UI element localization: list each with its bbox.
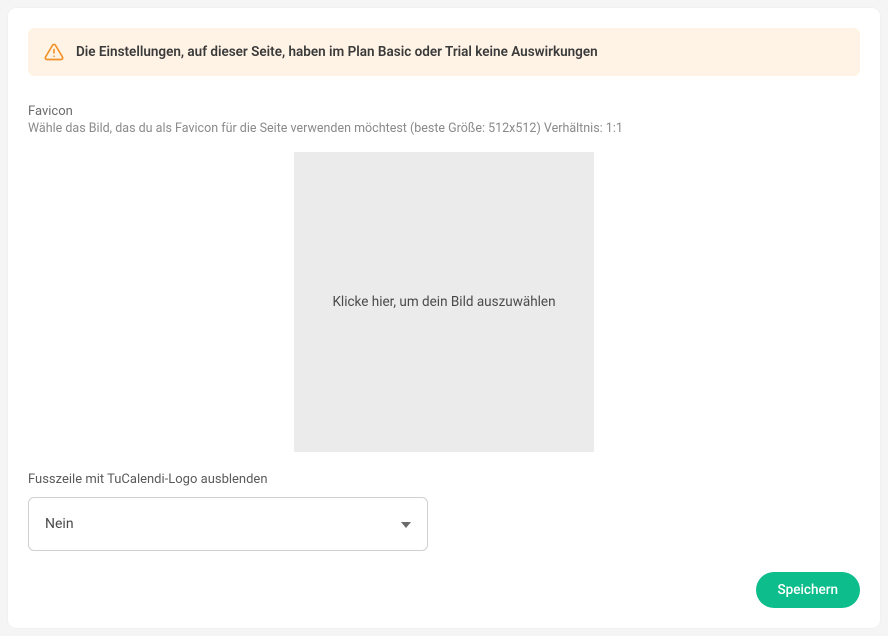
footer-logo-selected-value: Nein	[45, 516, 74, 532]
save-button[interactable]: Speichern	[756, 572, 861, 608]
warning-icon	[44, 42, 64, 62]
footer-logo-label: Fusszeile mit TuCalendi-Logo ausblenden	[28, 472, 860, 487]
favicon-upload-area[interactable]: Klicke hier, um dein Bild auszuwählen	[294, 152, 594, 452]
settings-card: Die Einstellungen, auf dieser Seite, hab…	[8, 8, 880, 628]
favicon-label: Favicon	[28, 104, 860, 119]
favicon-description: Wähle das Bild, das du als Favicon für d…	[28, 121, 860, 136]
footer-logo-select-wrapper: Nein	[28, 497, 428, 551]
footer-logo-select[interactable]: Nein	[28, 497, 428, 551]
chevron-down-icon	[401, 516, 411, 532]
plan-warning-alert: Die Einstellungen, auf dieser Seite, hab…	[28, 28, 860, 76]
favicon-upload-text: Klicke hier, um dein Bild auszuwählen	[332, 294, 555, 310]
favicon-upload-wrapper: Klicke hier, um dein Bild auszuwählen	[28, 152, 860, 452]
alert-text: Die Einstellungen, auf dieser Seite, hab…	[76, 44, 598, 60]
